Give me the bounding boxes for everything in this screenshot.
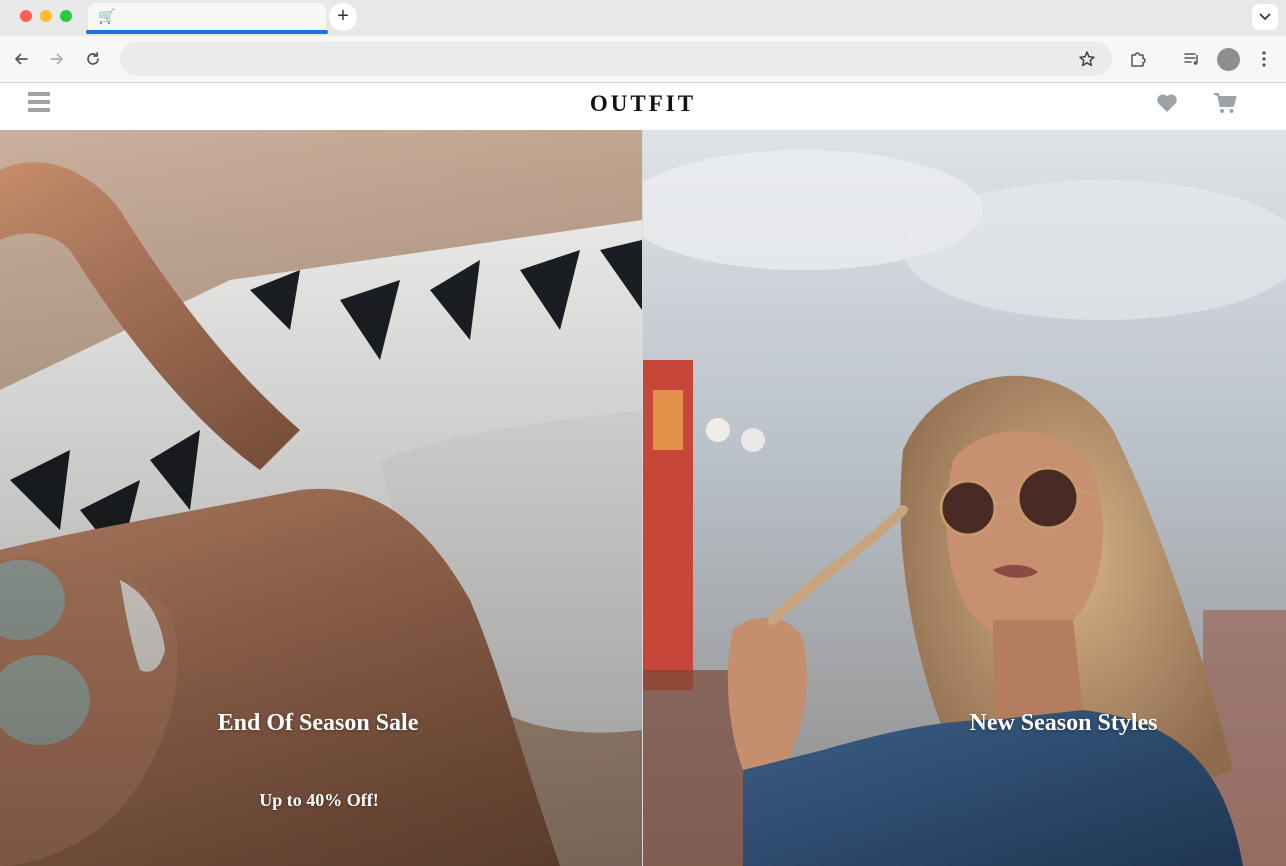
hero-new-season-panel[interactable]: New Season Styles — [643, 130, 1286, 866]
back-button[interactable] — [12, 50, 30, 68]
browser-tab-bar: 🛒 + — [0, 0, 1286, 36]
playlist-music-icon — [1184, 53, 1198, 65]
reload-button[interactable] — [84, 50, 102, 68]
shopping-cart-icon[interactable] — [1213, 92, 1237, 114]
browser-tab[interactable]: 🛒 — [88, 3, 326, 33]
new-tab-button[interactable]: + — [329, 3, 357, 31]
chevron-down-icon — [1259, 13, 1271, 20]
tab-search-button[interactable] — [1252, 4, 1278, 30]
arrow-left-icon — [15, 53, 28, 65]
browser-toolbar — [0, 36, 1286, 83]
active-tab-indicator — [86, 30, 328, 34]
close-window-button[interactable] — [20, 10, 32, 22]
new-season-heading: New Season Styles — [969, 710, 1158, 736]
festival-model-photo — [643, 130, 1286, 866]
bookmark-star-icon[interactable] — [1078, 50, 1096, 68]
more-vertical-icon — [1262, 51, 1266, 67]
reload-icon — [87, 51, 99, 65]
profile-avatar[interactable] — [1217, 48, 1240, 71]
minimize-window-button[interactable] — [40, 10, 52, 22]
address-bar[interactable] — [120, 42, 1112, 76]
site-header: OUTFIT — [0, 83, 1286, 130]
puzzle-piece-icon — [1131, 52, 1146, 67]
media-controls-button[interactable] — [1183, 50, 1201, 68]
extensions-button[interactable] — [1129, 50, 1147, 68]
arrow-right-icon — [50, 53, 63, 65]
address-input[interactable] — [138, 50, 1038, 68]
browser-menu-button[interactable] — [1255, 50, 1273, 68]
beach-model-photo — [0, 130, 642, 866]
tab-favicon-cart-icon: 🛒 — [98, 8, 116, 24]
sale-discount-text: Up to 40% Off! — [259, 790, 379, 810]
maximize-window-button[interactable] — [60, 10, 72, 22]
site-logo[interactable]: OUTFIT — [0, 91, 1286, 117]
hero-sale-panel[interactable]: End Of Season Sale Up to 40% Off! — [0, 130, 642, 866]
heart-icon[interactable] — [1156, 93, 1178, 113]
forward-button[interactable] — [48, 50, 66, 68]
sale-heading: End Of Season Sale — [217, 710, 419, 736]
